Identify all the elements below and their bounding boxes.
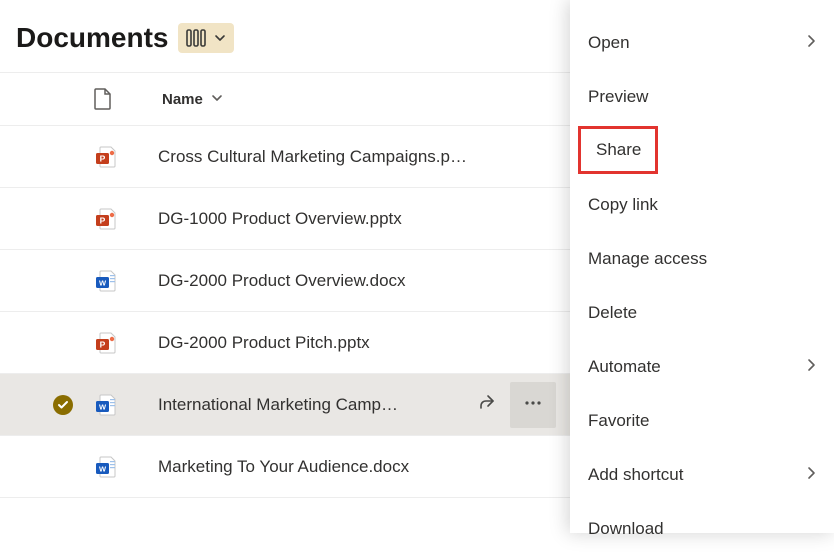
menu-manage-access[interactable]: Manage access [570,232,834,286]
view-switcher[interactable] [178,23,234,53]
menu-delete-label: Delete [588,303,637,323]
column-view-icon [186,29,208,47]
svg-text:P: P [100,215,106,225]
menu-delete[interactable]: Delete [570,286,834,340]
menu-open[interactable]: Open [570,16,834,70]
svg-text:W: W [99,464,107,473]
context-menu: Open Preview Share Copy link Manage acce… [570,0,834,533]
menu-open-label: Open [588,33,630,53]
chevron-right-icon [806,465,816,485]
menu-manage-access-label: Manage access [588,249,707,269]
chevron-right-icon [806,33,816,53]
share-button[interactable] [464,382,510,428]
chevron-down-icon [214,32,226,44]
svg-text:P: P [100,153,106,163]
chevron-right-icon [806,357,816,377]
svg-text:P: P [100,339,106,349]
chevron-down-icon [211,91,223,108]
share-icon [477,393,497,416]
file-name[interactable]: DG-2000 Product Overview.docx [158,271,406,291]
menu-preview-label: Preview [588,87,648,107]
svg-text:W: W [99,278,107,287]
menu-download-label: Download [588,519,664,539]
menu-add-shortcut-label: Add shortcut [588,465,683,485]
file-name[interactable]: DG-2000 Product Pitch.pptx [158,333,370,353]
powerpoint-icon: P [94,331,118,355]
menu-copy-link[interactable]: Copy link [570,178,834,232]
powerpoint-icon: P [94,207,118,231]
file-name[interactable]: Marketing To Your Audience.docx [158,457,409,477]
name-column-label: Name [162,91,203,108]
file-name[interactable]: Cross Cultural Marketing Campaigns.pptx [158,147,468,167]
menu-copy-link-label: Copy link [588,195,658,215]
menu-preview[interactable]: Preview [570,70,834,124]
more-actions-button[interactable] [510,382,556,428]
menu-add-shortcut[interactable]: Add shortcut [570,448,834,502]
svg-text:W: W [99,402,107,411]
menu-favorite[interactable]: Favorite [570,394,834,448]
menu-download[interactable]: Download [570,502,834,556]
file-name[interactable]: International Marketing Camp… [158,395,398,415]
word-icon: W [94,269,118,293]
menu-automate[interactable]: Automate [570,340,834,394]
menu-automate-label: Automate [588,357,661,377]
word-icon: W [94,393,118,417]
selected-check-icon[interactable] [53,395,73,415]
powerpoint-icon: P [94,145,118,169]
menu-favorite-label: Favorite [588,411,649,431]
menu-share[interactable]: Share [578,126,658,174]
name-column-header[interactable]: Name [162,91,223,108]
page-title: Documents [16,22,168,54]
menu-share-label: Share [596,140,641,160]
file-name[interactable]: DG-1000 Product Overview.pptx [158,209,402,229]
row-actions [464,382,556,428]
more-icon [523,393,543,416]
file-type-icon [94,88,116,110]
word-icon: W [94,455,118,479]
